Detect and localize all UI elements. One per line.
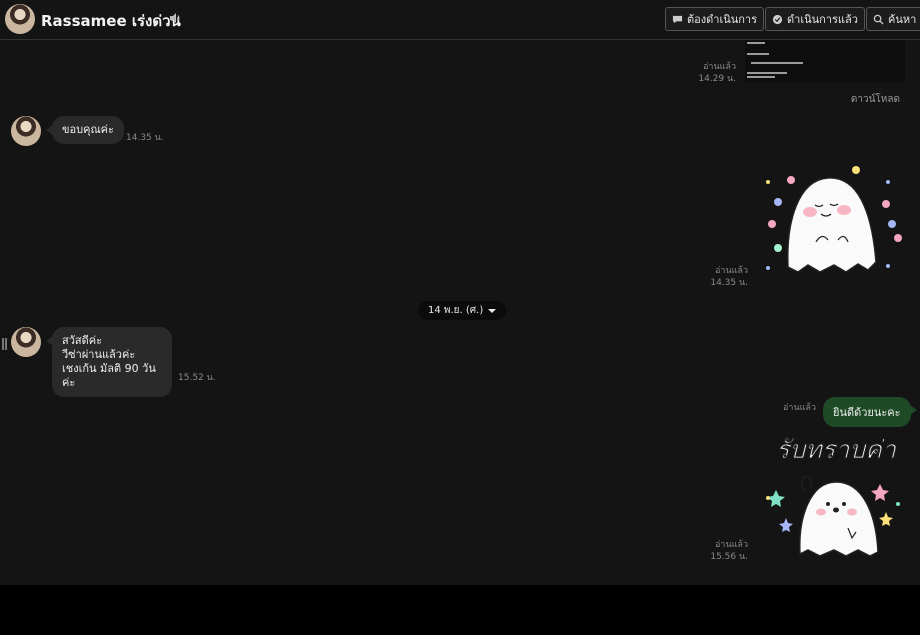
read-status: อ่านแล้ว [783, 403, 816, 413]
read-status: อ่านแล้ว [715, 540, 748, 550]
read-status: อ่านแล้ว [703, 62, 736, 72]
message-line: เชงเก้น มัลติ 90 วันค่ะ [62, 362, 156, 389]
message-time: 14.35 น. [126, 133, 164, 143]
sticker2-meta: อ่านแล้ว 15.56 น. [700, 539, 748, 563]
date-divider[interactable]: 14 พ.ย. (ศ.) [418, 301, 507, 320]
ghost-sticker [766, 475, 900, 557]
chat-header: Rassamee เร่งด่วน ต้องดำเนินการ ดำเนินกา… [0, 0, 920, 40]
caret-down-icon [488, 308, 497, 313]
message-line: สวัสดีค่ะ [62, 334, 103, 347]
outgoing-message[interactable]: ยินดีด้วยนะคะ [823, 397, 917, 427]
sticker1-meta: อ่านแล้ว 14.35 น. [700, 265, 748, 289]
done-button-label: ดำเนินการแล้ว [787, 13, 858, 26]
sender-avatar[interactable] [11, 327, 41, 357]
search-icon [873, 14, 884, 25]
search-button-label: ค้นหา [888, 13, 917, 26]
message-text: ยินดีด้วยนะคะ [833, 406, 901, 419]
document-preview[interactable] [745, 40, 905, 82]
ghost-sticker[interactable] [758, 162, 906, 280]
sender-avatar[interactable] [11, 116, 41, 146]
doc-meta: อ่านแล้ว 14.29 น. [690, 61, 736, 85]
contact-avatar[interactable] [5, 4, 35, 34]
speaker-icon[interactable] [168, 11, 182, 25]
message-text: ขอบคุณค่ะ [62, 123, 114, 136]
message-time: 15.52 น. [178, 373, 216, 383]
chat-title[interactable]: Rassamee เร่งด่วน [41, 9, 181, 33]
search-button[interactable]: ค้นหา [866, 7, 920, 31]
download-link[interactable]: ดาวน์โหลด [851, 92, 900, 107]
todo-button-label: ต้องดำเนินการ [687, 13, 757, 26]
acknowledge-sticker[interactable]: รับทราบค่า [758, 428, 908, 560]
incoming-message[interactable]: สวัสดีค่ะ วีซ่าผ่านแล้วค่ะ เชงเก้น มัลติ… [46, 327, 172, 397]
chat-check-icon [772, 14, 783, 24]
date-label: 14 พ.ย. (ศ.) [428, 305, 484, 316]
read-status: อ่านแล้ว [715, 266, 748, 276]
message-line: วีซ่าผ่านแล้วค่ะ [62, 348, 136, 361]
message-time: 15.56 น. [710, 552, 748, 562]
drag-handle-icon[interactable] [2, 338, 7, 350]
message-time: 14.29 น. [698, 74, 736, 84]
message-time: 14.35 น. [710, 278, 748, 288]
chat-window: Rassamee เร่งด่วน ต้องดำเนินการ ดำเนินกา… [0, 0, 920, 585]
bottom-bar [0, 585, 920, 635]
incoming-message[interactable]: ขอบคุณค่ะ [46, 116, 124, 144]
sticker-caption: รับทราบค่า [776, 435, 897, 465]
todo-button[interactable]: ต้องดำเนินการ [665, 7, 764, 31]
chat-bubble-icon [672, 15, 683, 23]
done-button[interactable]: ดำเนินการแล้ว [765, 7, 865, 31]
